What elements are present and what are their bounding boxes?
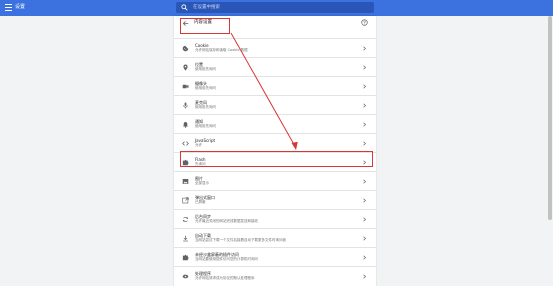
setting-row-handlers[interactable]: 处理程序 允许网站请求成为协议的默认处理程序	[174, 266, 376, 285]
setting-subtitle: 允许最近关闭的网站完成数据发送和接收	[195, 219, 258, 223]
setting-subtitle: 使用前先询问	[195, 86, 216, 90]
chevron-right-icon	[363, 274, 367, 279]
chevron-right-icon	[363, 46, 367, 51]
setting-row-location[interactable]: 位置 使用前先询问	[174, 57, 376, 76]
setting-subtitle: 使用前先询问	[195, 67, 216, 71]
setting-row-images[interactable]: 图片 全部显示	[174, 171, 376, 190]
chevron-right-icon	[363, 122, 367, 127]
content-settings-card: 内容设置 Cookie 允许网站保存和读取 Cookie 数据 位置 使用前先询…	[174, 16, 376, 286]
page-title: 内容设置	[194, 20, 212, 25]
chevron-right-icon	[363, 198, 367, 203]
chevron-right-icon	[363, 160, 367, 165]
location-icon	[183, 64, 188, 71]
code-icon	[182, 141, 189, 146]
search-box[interactable]	[176, 2, 374, 13]
setting-row-notifications[interactable]: 通知 使用前先询问	[174, 114, 376, 133]
chevron-right-icon	[363, 103, 367, 108]
cookie-icon	[182, 45, 189, 52]
microphone-icon	[183, 102, 188, 109]
setting-row-unsandboxed-plugins[interactable]: 未经沙盒屏蔽的插件访问 当网站要使用插件访问您的计算机时询问	[174, 247, 376, 266]
handler-icon	[182, 274, 189, 279]
chevron-right-icon	[363, 217, 367, 222]
setting-subtitle: 允许网站请求成为协议的默认处理程序	[195, 276, 255, 280]
chevron-right-icon	[363, 255, 367, 260]
search-icon	[181, 4, 188, 11]
setting-subtitle: 使用前先询问	[195, 124, 216, 128]
setting-row-javascript[interactable]: JavaScript 允许	[174, 133, 376, 152]
chevron-right-icon	[363, 179, 367, 184]
app-title: 设置	[15, 4, 26, 10]
chevron-right-icon	[363, 141, 367, 146]
chevron-right-icon	[363, 84, 367, 89]
back-arrow-icon[interactable]	[182, 20, 189, 27]
setting-subtitle: 当网站尝试下载一个文件后接着自动下载更多文件时询问我	[195, 238, 286, 242]
download-icon	[183, 235, 188, 242]
setting-subtitle: 先询问	[195, 162, 206, 166]
setting-subtitle: 全部显示	[195, 181, 209, 185]
popup-icon	[182, 197, 189, 204]
top-bar: 设置	[0, 0, 553, 16]
page-header: 内容设置	[174, 16, 376, 30]
setting-subtitle: 允许	[195, 143, 202, 147]
chevron-right-icon	[363, 65, 367, 70]
setting-row-flash[interactable]: Flash 先询问	[174, 152, 376, 171]
setting-row-automatic-downloads[interactable]: 自动下载 当网站尝试下载一个文件后接着自动下载更多文件时询问我	[174, 228, 376, 247]
setting-subtitle: 允许网站保存和读取 Cookie 数据	[195, 48, 248, 52]
scrollbar-thumb[interactable]	[548, 16, 552, 220]
help-icon[interactable]	[361, 19, 368, 26]
setting-row-cookie[interactable]: Cookie 允许网站保存和读取 Cookie 数据	[174, 38, 376, 57]
setting-row-popups[interactable]: 弹出式窗口 已屏蔽	[174, 190, 376, 209]
bell-icon	[182, 121, 189, 128]
search-input[interactable]	[193, 2, 363, 13]
plugin-icon	[182, 254, 189, 261]
setting-row-camera[interactable]: 摄像头 使用前先询问	[174, 76, 376, 95]
chevron-right-icon	[363, 236, 367, 241]
camera-icon	[182, 84, 189, 89]
setting-subtitle: 当网站要使用插件访问您的计算机时询问	[195, 257, 258, 261]
setting-subtitle: 已屏蔽	[195, 200, 206, 204]
sync-icon	[182, 216, 189, 223]
image-icon	[182, 178, 189, 185]
setting-row-background-sync[interactable]: 后台同步 允许最近关闭的网站完成数据发送和接收	[174, 209, 376, 228]
puzzle-icon	[182, 159, 189, 166]
setting-subtitle: 使用前先询问	[195, 105, 216, 109]
setting-row-microphone[interactable]: 麦克风 使用前先询问	[174, 95, 376, 114]
menu-icon[interactable]	[5, 4, 12, 11]
